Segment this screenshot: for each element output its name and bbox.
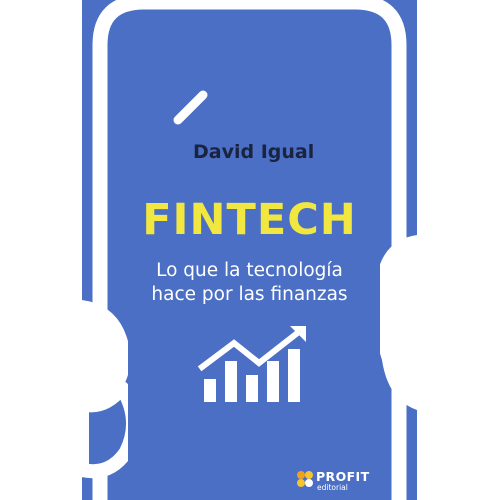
chart-bar-2	[225, 361, 237, 402]
phone-hand-illustration	[82, 0, 417, 500]
subtitle-line-2: hace por las finanzas	[151, 284, 348, 305]
hand-palm	[82, 381, 141, 479]
book-title: FINTECH	[142, 195, 357, 245]
subtitle-line-1: Lo que la tecnología	[156, 260, 343, 281]
publisher-logo: PROFIT editorial	[296, 469, 369, 493]
book-author: David Igual	[193, 141, 315, 163]
product-image: David Igual FINTECH Lo que la tecnología…	[0, 0, 500, 500]
chart-bar-5	[288, 349, 300, 402]
publisher-name: PROFIT	[316, 469, 370, 484]
book-subtitle: Lo que la tecnología hace por las finanz…	[82, 259, 417, 307]
publisher-subtitle: editorial	[317, 483, 348, 492]
chart-bar-4	[267, 361, 279, 402]
book-cover: David Igual FINTECH Lo que la tecnología…	[82, 0, 417, 500]
profit-logo-icon	[297, 471, 313, 487]
chart-bar-1	[204, 379, 216, 402]
chart-bar-3	[246, 375, 258, 402]
